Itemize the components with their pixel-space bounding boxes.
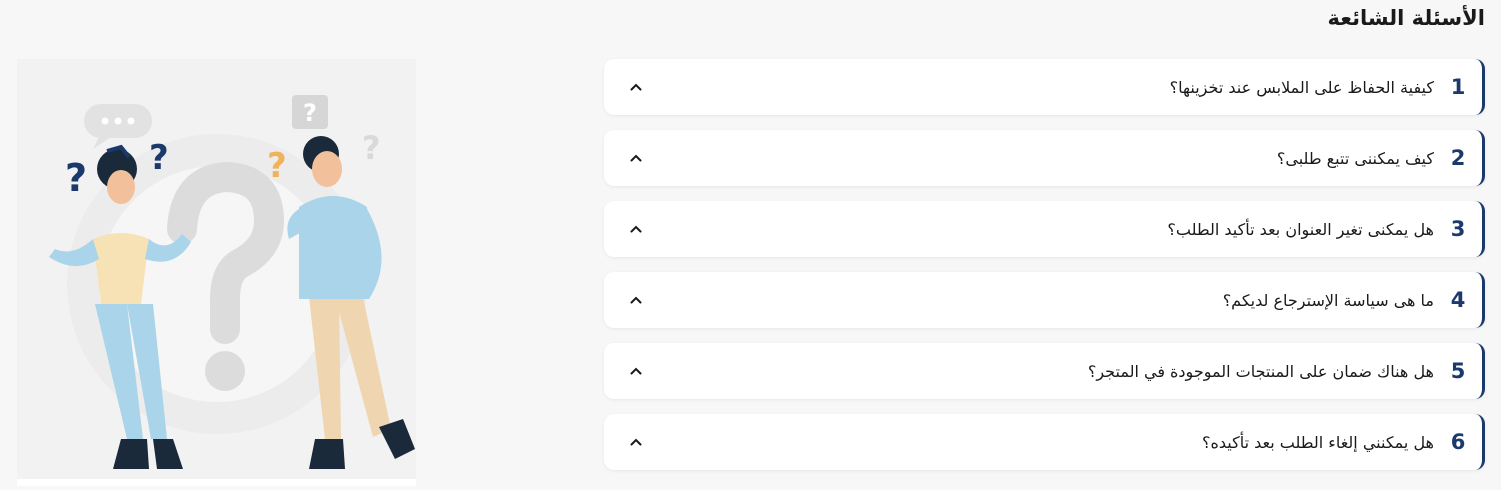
faq-item-1[interactable]: 1 كيفية الحفاظ على الملابس عند تخزينها؟ (604, 59, 1485, 115)
faq-question: هل هناك ضمان على المنتجات الموجودة في ال… (1087, 361, 1434, 381)
svg-text:?: ? (362, 129, 381, 167)
page-title: الأسئلة الشائعة (1327, 6, 1486, 30)
chevron-up-icon[interactable] (616, 225, 656, 233)
faq-list: 1 كيفية الحفاظ على الملابس عند تخزينها؟ … (604, 59, 1485, 485)
faq-illustration: ? ? ? ? ? (17, 59, 416, 486)
faq-item-3[interactable]: 3 هل يمكنى تغير العنوان بعد تأكيد الطلب؟ (604, 201, 1485, 257)
faq-number: 3 (1450, 217, 1466, 241)
faq-item-5[interactable]: 5 هل هناك ضمان على المنتجات الموجودة في … (604, 343, 1485, 399)
svg-text:?: ? (149, 138, 169, 178)
faq-item-6[interactable]: 6 هل يمكنني إلغاء الطلب بعد تأكيده؟ (604, 414, 1485, 470)
faq-question: ما هى سياسة الإسترجاع لديكم؟ (1222, 290, 1434, 310)
faq-number: 2 (1450, 146, 1466, 170)
chevron-up-icon[interactable] (616, 83, 656, 91)
faq-item-4[interactable]: 4 ما هى سياسة الإسترجاع لديكم؟ (604, 272, 1485, 328)
svg-text:?: ? (303, 99, 317, 127)
chevron-up-icon[interactable] (616, 296, 656, 304)
chevron-up-icon[interactable] (616, 438, 656, 446)
faq-question: كيف يمكننى تتبع طلبى؟ (1276, 148, 1434, 168)
faq-question: هل يمكنني إلغاء الطلب بعد تأكيده؟ (1201, 432, 1434, 452)
chevron-up-icon[interactable] (616, 367, 656, 375)
faq-number: 1 (1450, 75, 1466, 99)
faq-item-2[interactable]: 2 كيف يمكننى تتبع طلبى؟ (604, 130, 1485, 186)
faq-question: هل يمكنى تغير العنوان بعد تأكيد الطلب؟ (1167, 219, 1434, 239)
faq-number: 5 (1450, 359, 1466, 383)
chevron-up-icon[interactable] (616, 154, 656, 162)
svg-text:?: ? (267, 146, 287, 186)
faq-question: كيفية الحفاظ على الملابس عند تخزينها؟ (1169, 77, 1434, 97)
faq-number: 4 (1450, 288, 1466, 312)
svg-text:?: ? (65, 156, 87, 200)
faq-number: 6 (1450, 430, 1466, 454)
